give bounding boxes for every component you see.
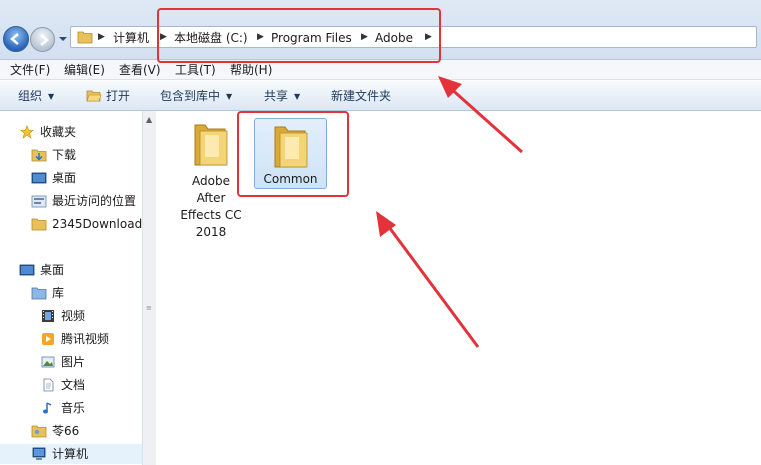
breadcrumb-separator-icon[interactable]: ▶ bbox=[361, 31, 369, 43]
desktop-icon bbox=[31, 172, 47, 184]
breadcrumb-drive-c[interactable]: 本地磁盘 (C:) bbox=[174, 30, 248, 46]
address-bar-region: ▶ 计算机 ▶ 本地磁盘 (C:) ▶ Program Files ▶ Adob… bbox=[0, 0, 761, 60]
nav-pictures[interactable]: 图片 bbox=[0, 352, 142, 372]
share-label: 共享 bbox=[264, 89, 289, 103]
menu-edit[interactable]: 编辑(E) bbox=[64, 62, 105, 78]
recent-pages-dropdown-icon[interactable] bbox=[58, 34, 68, 44]
chevron-down-icon: ▼ bbox=[294, 92, 301, 101]
nav-music[interactable]: 音乐 bbox=[0, 398, 142, 418]
chevron-down-icon: ▼ bbox=[226, 92, 233, 101]
nav-scrollbar[interactable]: ▲ ≡ bbox=[142, 111, 156, 465]
back-button[interactable] bbox=[3, 26, 29, 52]
breadcrumb-separator-icon[interactable]: ▶ bbox=[160, 31, 168, 43]
star-icon bbox=[20, 125, 34, 139]
file-list: Adobe After Effects CC 2018 Common bbox=[157, 111, 761, 465]
folder-icon bbox=[274, 126, 307, 168]
breadcrumb-program-files[interactable]: Program Files bbox=[271, 30, 352, 46]
computer-icon bbox=[32, 447, 46, 460]
nav-recent-places[interactable]: 最近访问的位置 bbox=[0, 191, 142, 211]
menu-file[interactable]: 文件(F) bbox=[10, 62, 50, 78]
breadcrumb-separator-icon[interactable]: ▶ bbox=[257, 31, 265, 43]
folder-icon bbox=[194, 124, 228, 166]
chevron-down-icon: ▼ bbox=[48, 92, 55, 101]
menu-view[interactable]: 查看(V) bbox=[119, 62, 161, 78]
desktop-icon bbox=[19, 264, 35, 276]
organize-label: 组织 bbox=[18, 89, 43, 103]
open-button[interactable]: 打开 bbox=[86, 88, 130, 104]
music-note-icon bbox=[43, 402, 52, 414]
breadcrumb-computer[interactable]: 计算机 bbox=[113, 30, 149, 46]
library-icon bbox=[31, 287, 47, 300]
new-folder-button[interactable]: 新建文件夹 bbox=[331, 88, 391, 104]
folder-label-line: After bbox=[196, 191, 226, 205]
folder-item-common[interactable]: Common bbox=[254, 118, 327, 189]
folder-icon bbox=[77, 31, 93, 44]
folder-label-line: Adobe bbox=[192, 174, 230, 188]
breadcrumb-separator-icon[interactable]: ▶ bbox=[425, 31, 433, 43]
nav-computer[interactable]: 计算机 bbox=[0, 444, 142, 464]
nav-tencent-video[interactable]: 腾讯视频 bbox=[0, 329, 142, 349]
nav-favorites[interactable]: 收藏夹 bbox=[0, 122, 142, 142]
menu-tools[interactable]: 工具(T) bbox=[175, 62, 216, 78]
recent-places-icon bbox=[31, 195, 47, 208]
folder-label-line: Common bbox=[263, 172, 318, 186]
command-bar: 组织 ▼ 打开 包含到库中 ▼ 共享 ▼ 新建文件夹 bbox=[0, 81, 761, 111]
downloads-folder-icon bbox=[31, 149, 47, 162]
nav-libraries[interactable]: 库 bbox=[0, 283, 142, 303]
folder-icon bbox=[31, 218, 47, 231]
menu-help[interactable]: 帮助(H) bbox=[230, 62, 272, 78]
tencent-video-icon bbox=[42, 333, 54, 345]
address-field[interactable]: ▶ 计算机 ▶ 本地磁盘 (C:) ▶ Program Files ▶ Adob… bbox=[70, 26, 757, 48]
share-button[interactable]: 共享 ▼ bbox=[264, 88, 300, 105]
organize-button[interactable]: 组织 ▼ bbox=[18, 88, 54, 105]
user-folder-icon bbox=[31, 425, 47, 438]
include-in-library-label: 包含到库中 bbox=[160, 89, 221, 103]
breadcrumb-adobe[interactable]: Adobe bbox=[375, 30, 413, 46]
forward-button[interactable] bbox=[30, 27, 55, 52]
folder-item-after-effects[interactable]: Adobe After Effects CC 2018 bbox=[179, 119, 243, 241]
document-icon bbox=[43, 378, 54, 392]
navigation-pane: 收藏夹 下载 桌面 最近访问的位置 2345Downloads 桌面 库 视频 … bbox=[0, 111, 142, 465]
arrow-right-icon bbox=[40, 34, 49, 46]
nav-user[interactable]: 苓66 bbox=[0, 421, 142, 441]
nav-desktop-root[interactable]: 桌面 bbox=[0, 260, 142, 280]
open-label: 打开 bbox=[106, 89, 131, 103]
nav-videos[interactable]: 视频 bbox=[0, 306, 142, 326]
menu-bar: 文件(F) 编辑(E) 查看(V) 工具(T) 帮助(H) bbox=[0, 60, 761, 80]
arrow-left-icon bbox=[10, 33, 19, 45]
breadcrumb-separator-icon[interactable]: ▶ bbox=[98, 31, 106, 43]
open-folder-icon bbox=[86, 90, 102, 102]
include-in-library-button[interactable]: 包含到库中 ▼ bbox=[160, 88, 232, 105]
nav-downloads[interactable]: 下载 bbox=[0, 145, 142, 165]
picture-icon bbox=[41, 356, 55, 368]
folder-label-line: 2018 bbox=[195, 225, 227, 239]
nav-desktop[interactable]: 桌面 bbox=[0, 168, 142, 188]
scroll-up-icon[interactable]: ▲ bbox=[146, 115, 152, 124]
scroll-grip-icon[interactable]: ≡ bbox=[146, 305, 153, 312]
nav-documents[interactable]: 文档 bbox=[0, 375, 142, 395]
folder-label-line: Effects CC bbox=[180, 208, 242, 222]
nav-2345downloads[interactable]: 2345Downloads bbox=[0, 214, 142, 234]
film-icon bbox=[42, 310, 54, 322]
